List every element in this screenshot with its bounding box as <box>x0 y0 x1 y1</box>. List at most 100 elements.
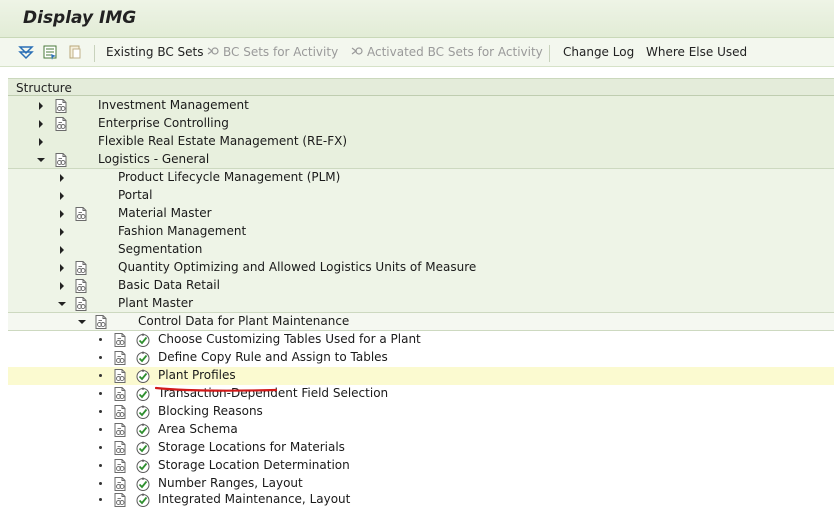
documentation-icon[interactable] <box>112 404 128 420</box>
activity-label: Blocking Reasons <box>158 404 263 418</box>
tree-node-segmentation[interactable]: Segmentation <box>8 241 834 259</box>
execute-activity-icon[interactable] <box>135 440 151 456</box>
existing-bc-sets-label: Existing BC Sets <box>106 45 204 59</box>
expand-arrow-icon[interactable] <box>60 210 64 218</box>
expand-arrow-icon[interactable] <box>60 174 64 182</box>
documentation-icon[interactable] <box>112 350 128 366</box>
tree-node-plant-master[interactable]: Plant Master <box>8 295 834 313</box>
tree-node-material-master[interactable]: Material Master <box>8 205 834 223</box>
documentation-icon[interactable] <box>73 260 89 276</box>
execute-activity-icon[interactable] <box>135 386 151 402</box>
toolbar-separator <box>94 45 95 62</box>
execute-activity-icon[interactable] <box>135 368 151 384</box>
tree-node-quantity-optimizing[interactable]: Quantity Optimizing and Allowed Logistic… <box>8 259 834 277</box>
bullet-icon <box>99 392 102 395</box>
expand-arrow-icon[interactable] <box>60 282 64 290</box>
activity-storage-locations[interactable]: Storage Locations for Materials <box>8 439 834 457</box>
documentation-icon[interactable] <box>112 492 128 508</box>
documentation-icon[interactable] <box>112 422 128 438</box>
expand-subtree-icon[interactable] <box>18 44 34 60</box>
red-underline-annotation <box>155 386 277 392</box>
bc-set-icon <box>207 47 219 55</box>
tree-node-label: Investment Management <box>98 98 249 112</box>
execute-activity-icon[interactable] <box>135 458 151 474</box>
collapse-arrow-icon[interactable] <box>78 320 86 324</box>
activity-area-schema[interactable]: Area Schema <box>8 421 834 439</box>
activity-define-copy-rule[interactable]: Define Copy Rule and Assign to Tables <box>8 349 834 367</box>
tree-node-fashion-management[interactable]: Fashion Management <box>8 223 834 241</box>
execute-activity-icon[interactable] <box>135 404 151 420</box>
expand-arrow-icon[interactable] <box>39 102 43 110</box>
expand-arrow-icon[interactable] <box>60 264 64 272</box>
tree-node-label: Plant Master <box>118 296 194 310</box>
documentation-icon[interactable] <box>112 368 128 384</box>
execute-activity-icon[interactable] <box>135 350 151 366</box>
documentation-icon[interactable] <box>73 278 89 294</box>
activity-label: Number Ranges, Layout <box>158 476 303 490</box>
bullet-icon <box>99 338 102 341</box>
tree-node-basic-data-retail[interactable]: Basic Data Retail <box>8 277 834 295</box>
documentation-icon[interactable] <box>112 332 128 348</box>
position-cursor-icon[interactable] <box>42 44 58 60</box>
activity-blocking-reasons[interactable]: Blocking Reasons <box>8 403 834 421</box>
activity-label: Area Schema <box>158 422 238 436</box>
documentation-icon[interactable] <box>53 152 69 168</box>
existing-bc-sets-button[interactable]: Existing BC Sets <box>106 45 204 59</box>
title-bar: Display IMG <box>0 0 834 38</box>
expand-arrow-icon[interactable] <box>60 246 64 254</box>
documentation-icon[interactable] <box>112 386 128 402</box>
collapse-arrow-icon[interactable] <box>58 302 66 306</box>
expand-arrow-icon[interactable] <box>39 120 43 128</box>
tree-node-label: Flexible Real Estate Management (RE-FX) <box>98 134 348 148</box>
tree-node-investment-management[interactable]: Investment Management <box>8 97 834 115</box>
expand-arrow-icon[interactable] <box>60 192 64 200</box>
bc-set-icon <box>351 47 363 55</box>
activity-label: Storage Locations for Materials <box>158 440 345 454</box>
tree-node-portal[interactable]: Portal <box>8 187 834 205</box>
structure-header-label: Structure <box>16 81 72 95</box>
where-else-used-button[interactable]: Where Else Used <box>646 45 747 59</box>
documentation-icon[interactable] <box>53 116 69 132</box>
execute-activity-icon[interactable] <box>135 476 151 492</box>
activated-bc-sets-label: Activated BC Sets for Activity <box>367 45 543 59</box>
change-log-button[interactable]: Change Log <box>563 45 634 59</box>
execute-activity-icon[interactable] <box>135 332 151 348</box>
activity-storage-location-determination[interactable]: Storage Location Determination <box>8 457 834 475</box>
documentation-icon[interactable] <box>93 314 109 330</box>
application-toolbar: Existing BC Sets BC Sets for Activity Ac… <box>0 38 834 67</box>
structure-header: Structure <box>8 78 834 96</box>
activity-plant-profiles[interactable]: Plant Profiles <box>8 367 834 385</box>
activity-label: Integrated Maintenance, Layout <box>158 492 351 506</box>
documentation-icon[interactable] <box>112 476 128 492</box>
tree-node-label: Control Data for Plant Maintenance <box>138 314 350 328</box>
expand-arrow-icon[interactable] <box>60 228 64 236</box>
activated-bc-sets-button[interactable]: Activated BC Sets for Activity <box>350 45 543 59</box>
documentation-icon[interactable] <box>73 206 89 222</box>
bullet-icon <box>99 482 102 485</box>
documentation-icon[interactable] <box>73 296 89 312</box>
execute-activity-icon[interactable] <box>135 492 151 508</box>
collapse-arrow-icon[interactable] <box>37 158 45 162</box>
activity-label: Storage Location Determination <box>158 458 350 472</box>
expand-arrow-icon[interactable] <box>39 138 43 146</box>
tree-node-flexible-real-estate[interactable]: Flexible Real Estate Management (RE-FX) <box>8 133 834 151</box>
documentation-icon[interactable] <box>112 458 128 474</box>
change-log-label: Change Log <box>563 45 635 59</box>
activity-label: Plant Profiles <box>158 368 236 382</box>
where-else-used-label: Where Else Used <box>646 45 748 59</box>
documentation-icon[interactable] <box>53 98 69 114</box>
activity-transaction-dependent[interactable]: Transaction-Dependent Field Selection <box>8 385 834 403</box>
copy-icon <box>69 45 81 59</box>
tree-node-label: Product Lifecycle Management (PLM) <box>118 170 341 184</box>
tree-node-plm[interactable]: Product Lifecycle Management (PLM) <box>8 169 834 187</box>
tree-node-enterprise-controlling[interactable]: Enterprise Controlling <box>8 115 834 133</box>
documentation-icon[interactable] <box>112 440 128 456</box>
activity-label: Choose Customizing Tables Used for a Pla… <box>158 332 421 346</box>
activity-choose-customizing[interactable]: Choose Customizing Tables Used for a Pla… <box>8 331 834 349</box>
tree-node-control-data[interactable]: Control Data for Plant Maintenance <box>8 313 834 331</box>
execute-activity-icon[interactable] <box>135 422 151 438</box>
activity-integrated-maintenance[interactable]: Integrated Maintenance, Layout <box>8 491 834 509</box>
tree-node-logistics-general[interactable]: Logistics - General <box>8 151 834 169</box>
bullet-icon <box>99 428 102 431</box>
bc-sets-for-activity-button[interactable]: BC Sets for Activity <box>206 45 338 59</box>
